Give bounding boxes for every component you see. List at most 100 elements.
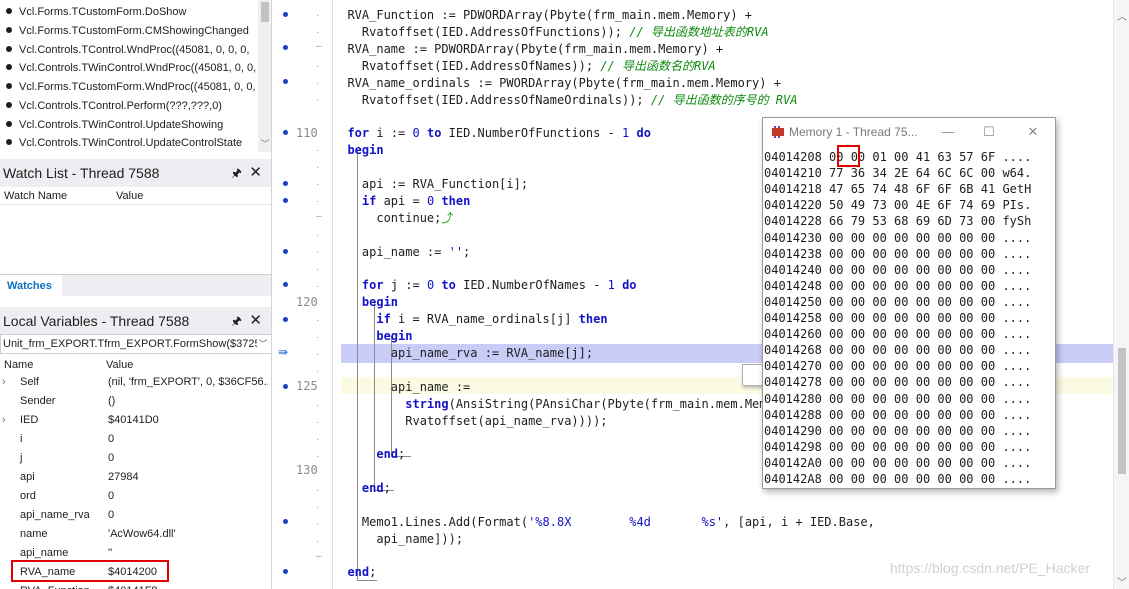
- call-stack-item[interactable]: Vcl.Controls.TWinControl.WndProc((45081,…: [0, 59, 258, 78]
- memory-row[interactable]: 04014248 00 00 00 00 00 00 00 00 ....: [764, 278, 1031, 294]
- memory-row[interactable]: 04014298 00 00 00 00 00 00 00 00 ....: [764, 439, 1031, 455]
- call-stack-item[interactable]: Vcl.Forms.TCustomForm.DoShow: [0, 3, 258, 22]
- local-variable-row[interactable]: api 27984: [0, 468, 271, 487]
- chevron-down-icon[interactable]: ﹀: [257, 335, 269, 353]
- breakpoint-dot-icon[interactable]: [283, 569, 288, 574]
- memory-bytes[interactable]: 00 00 00 00 00 00 00 00: [829, 295, 995, 309]
- memory-bytes[interactable]: 00 00 00 00 00 00 00 00: [829, 408, 995, 422]
- call-stack-scrollbar[interactable]: ﹀: [258, 0, 271, 152]
- local-variable-row[interactable]: Sender (): [0, 392, 271, 411]
- memory-bytes[interactable]: 77 36 34 2E 64 6C 6C 00: [829, 166, 995, 180]
- memory-bytes[interactable]: 00 00 00 00 00 00 00 00: [829, 311, 995, 325]
- call-stack-item[interactable]: Vcl.Forms.TCustomForm.CMShowingChanged: [0, 22, 258, 41]
- frame-select-combo[interactable]: Unit_frm_EXPORT.Tfrm_EXPORT.FormShow($37…: [0, 334, 271, 354]
- memory-row[interactable]: 04014260 00 00 00 00 00 00 00 00 ....: [764, 326, 1031, 342]
- memory-bytes[interactable]: 00 00 00 00 00 00 00 00: [829, 327, 995, 341]
- breakpoint-dot-icon[interactable]: [283, 519, 288, 524]
- memory-address: 04014268: [764, 343, 822, 358]
- breakpoint-dot-icon[interactable]: [283, 181, 288, 186]
- memory-window[interactable]: Memory 1 - Thread 75... — ☐ ✕ 04014208 0…: [762, 117, 1056, 489]
- chevron-right-icon[interactable]: ›: [2, 373, 6, 392]
- breakpoint-dot-icon[interactable]: [283, 384, 288, 389]
- memory-bytes[interactable]: 00 00 00 00 00 00 00 00: [829, 456, 995, 470]
- memory-window-title-bar[interactable]: Memory 1 - Thread 75... — ☐ ✕: [763, 118, 1055, 146]
- memory-bytes[interactable]: 00 00 00 00 00 00 00 00: [829, 343, 995, 357]
- chevron-down-icon[interactable]: ﹀: [258, 138, 271, 150]
- chevron-down-icon[interactable]: ﹀: [1114, 574, 1129, 589]
- memory-row[interactable]: 040142A8 00 00 00 00 00 00 00 00 ....: [764, 471, 1031, 487]
- memory-row[interactable]: 04014280 00 00 00 00 00 00 00 00 ....: [764, 391, 1031, 407]
- memory-row[interactable]: 04014240 00 00 00 00 00 00 00 00 ....: [764, 262, 1031, 278]
- pin-icon[interactable]: 🖈: [231, 159, 242, 187]
- close-icon[interactable]: ✕: [249, 159, 262, 187]
- tab-watches[interactable]: Watches: [0, 274, 62, 296]
- local-variable-row[interactable]: name 'AcWow64.dll': [0, 525, 271, 544]
- local-variable-row[interactable]: i0: [0, 430, 271, 449]
- call-stack-item[interactable]: Vcl.Forms.TCustomForm.WndProc((45081, 0,…: [0, 78, 258, 97]
- call-stack-item[interactable]: Vcl.Controls.TControl.Perform(???,???,0): [0, 97, 258, 116]
- column-header-value[interactable]: Value: [116, 187, 143, 205]
- breakpoint-dot-icon[interactable]: [283, 45, 288, 50]
- column-header-value[interactable]: Value: [106, 356, 133, 374]
- memory-bytes[interactable]: 00 00 00 00 00 00 00 00: [829, 279, 995, 293]
- call-stack-item[interactable]: Vcl.Controls.TWinControl.UpdateControlSt…: [0, 134, 258, 152]
- close-button[interactable]: ✕: [1013, 118, 1053, 146]
- local-variable-row[interactable]: RVA_Function $40141F8: [0, 582, 271, 589]
- memory-row[interactable]: 04014238 00 00 00 00 00 00 00 00 ....: [764, 246, 1031, 262]
- memory-row[interactable]: 04014270 00 00 00 00 00 00 00 00 ....: [764, 358, 1031, 374]
- memory-row[interactable]: 04014268 00 00 00 00 00 00 00 00 ....: [764, 342, 1031, 358]
- memory-row[interactable]: 040142A0 00 00 00 00 00 00 00 00 ....: [764, 455, 1031, 471]
- memory-row[interactable]: 04014208 00 00 01 00 41 63 57 6F ....: [764, 149, 1031, 165]
- minimize-button[interactable]: —: [928, 118, 968, 146]
- breakpoint-dot-icon[interactable]: [283, 249, 288, 254]
- chevron-right-icon[interactable]: ›: [2, 411, 6, 430]
- editor-gutter[interactable]: ⇛ 110 120 125 130 · · – · · · · · · · – …: [272, 0, 333, 589]
- memory-row[interactable]: 04014230 00 00 00 00 00 00 00 00 ....: [764, 230, 1031, 246]
- memory-row[interactable]: 04014288 00 00 00 00 00 00 00 00 ....: [764, 407, 1031, 423]
- memory-row[interactable]: 04014258 00 00 00 00 00 00 00 00 ....: [764, 310, 1031, 326]
- memory-bytes[interactable]: 00 00 00 00 00 00 00 00: [829, 440, 995, 454]
- breakpoint-dot-icon[interactable]: [283, 317, 288, 322]
- memory-row[interactable]: 04014278 00 00 00 00 00 00 00 00 ....: [764, 374, 1031, 390]
- scrollbar-thumb[interactable]: [261, 2, 269, 22]
- scrollbar-thumb[interactable]: [1118, 348, 1126, 474]
- breakpoint-dot-icon[interactable]: [283, 198, 288, 203]
- memory-row[interactable]: 04014250 00 00 00 00 00 00 00 00 ....: [764, 294, 1031, 310]
- local-variable-row[interactable]: ord 0: [0, 487, 271, 506]
- pin-icon[interactable]: 🖈: [231, 307, 242, 335]
- memory-row[interactable]: 04014220 50 49 73 00 4E 6F 74 69 PIs.: [764, 197, 1031, 213]
- memory-bytes[interactable]: 00 00 00 00 00 00 00 00: [829, 472, 995, 486]
- local-variable-row[interactable]: j0: [0, 449, 271, 468]
- line-number: 110: [296, 126, 318, 140]
- breakpoint-dot-icon[interactable]: [283, 130, 288, 135]
- memory-bytes[interactable]: 00 00 00 00 00 00 00 00: [829, 375, 995, 389]
- memory-row[interactable]: 04014210 77 36 34 2E 64 6C 6C 00 w64.: [764, 165, 1031, 181]
- breakpoint-dot-icon[interactable]: [283, 79, 288, 84]
- breakpoint-dot-icon[interactable]: [283, 282, 288, 287]
- memory-row[interactable]: 04014218 47 65 74 48 6F 6F 6B 41 GetH: [764, 181, 1031, 197]
- memory-bytes[interactable]: 50 49 73 00 4E 6F 74 69: [829, 198, 995, 212]
- local-variable-row[interactable]: › IED $40141D0: [0, 411, 271, 430]
- breakpoint-dot-icon[interactable]: [283, 12, 288, 17]
- call-stack-item[interactable]: Vcl.Controls.TWinControl.UpdateShowing: [0, 116, 258, 135]
- column-header-name[interactable]: Watch Name: [4, 187, 67, 205]
- memory-bytes[interactable]: 00 00 00 00 00 00 00 00: [829, 424, 995, 438]
- memory-row[interactable]: 04014228 66 79 53 68 69 6D 73 00 fySh: [764, 213, 1031, 229]
- maximize-button[interactable]: ☐: [969, 118, 1009, 146]
- memory-bytes[interactable]: 00 00 00 00 00 00 00 00: [829, 247, 995, 261]
- call-stack-item[interactable]: Vcl.Controls.TControl.WndProc((45081, 0,…: [0, 41, 258, 60]
- column-header-name[interactable]: Name: [4, 356, 33, 374]
- memory-bytes[interactable]: 00 00 00 00 00 00 00 00: [829, 263, 995, 277]
- editor-scrollbar[interactable]: ︿ ﹀: [1113, 0, 1129, 589]
- memory-bytes[interactable]: 47 65 74 48 6F 6F 6B 41: [829, 182, 995, 196]
- local-variable-row[interactable]: › Self (nil, 'frm_EXPORT', 0, $36CF56...: [0, 373, 271, 392]
- memory-dump-rows[interactable]: 04014208 00 00 01 00 41 63 57 6F .... 040…: [764, 149, 1055, 488]
- close-icon[interactable]: ✕: [249, 307, 262, 335]
- chevron-up-icon[interactable]: ︿: [1114, 8, 1129, 23]
- local-variable-row[interactable]: api_name_rva 0: [0, 506, 271, 525]
- memory-bytes[interactable]: 00 00 00 00 00 00 00 00: [829, 392, 995, 406]
- memory-row[interactable]: 04014290 00 00 00 00 00 00 00 00 ....: [764, 423, 1031, 439]
- memory-bytes[interactable]: 00 00 00 00 00 00 00 00: [829, 231, 995, 245]
- memory-bytes[interactable]: 66 79 53 68 69 6D 73 00: [829, 214, 995, 228]
- memory-bytes[interactable]: 00 00 00 00 00 00 00 00: [829, 359, 995, 373]
